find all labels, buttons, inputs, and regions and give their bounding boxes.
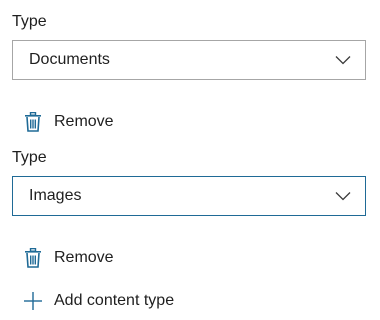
add-content-type-label: Add content type (54, 292, 175, 309)
trash-icon (25, 248, 41, 268)
type-dropdown-value: Documents (29, 51, 110, 68)
remove-label: Remove (54, 249, 114, 266)
type-label: Type (12, 13, 47, 30)
remove-button[interactable]: Remove (12, 246, 366, 270)
content-type-group-1: Type Documents Remove (12, 12, 366, 134)
chevron-down-icon (335, 192, 351, 201)
chevron-down-icon (335, 56, 351, 65)
type-dropdown[interactable]: Images (12, 176, 366, 216)
type-dropdown-value: Images (29, 187, 82, 204)
type-dropdown[interactable]: Documents (12, 40, 366, 80)
plus-icon (24, 292, 42, 310)
trash-icon (25, 112, 41, 132)
remove-button[interactable]: Remove (12, 110, 366, 134)
type-label: Type (12, 149, 47, 166)
add-content-type-button[interactable]: Add content type (12, 289, 174, 313)
content-type-group-2: Type Images Remove (12, 148, 366, 270)
remove-label: Remove (54, 113, 114, 130)
